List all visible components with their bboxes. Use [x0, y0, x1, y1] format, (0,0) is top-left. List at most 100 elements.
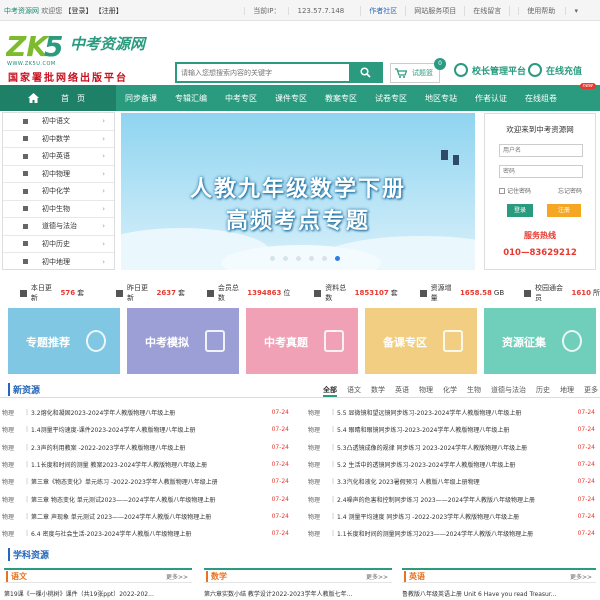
- tab-biology[interactable]: 生物: [467, 385, 481, 397]
- list-item[interactable]: 物理 | 3.2熔化和凝固2023-2024学年人教版物理八年级上册 07-24: [2, 404, 292, 421]
- list-item[interactable]: 第六章实数小结 教学设计2022-2023学年人教版七年...: [204, 589, 392, 598]
- tile-resource-collection[interactable]: 资源征集: [484, 308, 596, 374]
- tile-real-exams[interactable]: 中考真题: [246, 308, 358, 374]
- carousel-dot[interactable]: [283, 256, 288, 261]
- tab-all[interactable]: 全部: [323, 385, 337, 397]
- tab-chemistry[interactable]: 化学: [443, 385, 457, 397]
- sidebar-item-math[interactable]: 初中数学 ›: [3, 131, 114, 148]
- list-item[interactable]: 物理 | 2.3声的利用教案 -2022-2023学年人教版物理八年级上册 07-24: [2, 439, 292, 456]
- services-link[interactable]: 网站服务项目: [405, 6, 464, 16]
- item-title[interactable]: 第二章 声现象 单元测试 2023——2024学年人教版八年级物理上册: [31, 512, 255, 521]
- item-title[interactable]: 5.3凸透镜成像的规律 同步练习 2023-2024学年人教版物理八年级上册: [337, 443, 561, 452]
- more-link[interactable]: 更多>>: [570, 572, 592, 581]
- sidebar-item-geography[interactable]: 初中地理 ›: [3, 253, 114, 271]
- list-item[interactable]: 物理 | 5.4 眼睛和眼镜同步练习-2023-2024学年人教版物理八年级上册 07…: [308, 421, 598, 438]
- item-title[interactable]: 2.4噪声的危害和控制同步练习 2023——2024学年人教版八年级物理上册: [337, 495, 561, 504]
- list-item[interactable]: 物理 | 2.4噪声的危害和控制同步练习 2023——2024学年人教版八年级物理上…: [308, 490, 598, 507]
- nav-item-regional[interactable]: 地区专站: [416, 93, 466, 104]
- sidebar-item-history[interactable]: 初中历史 ›: [3, 236, 114, 253]
- sidebar-item-physics[interactable]: 初中物理 ›: [3, 166, 114, 183]
- site-link[interactable]: 中考资源网: [4, 7, 39, 15]
- author-community-link[interactable]: 作者社区: [360, 6, 405, 16]
- list-item[interactable]: 物理 | 3.3汽化和液化 2023暑假预习 人教版八年级上册物理 07-24: [308, 473, 598, 490]
- nav-item-papers[interactable]: 试卷专区: [366, 93, 416, 104]
- list-item[interactable]: 物理 | 第三章 物态变化 单元测试2023——2024学年人教版八年级物理上册 07…: [2, 490, 292, 507]
- recharge-link[interactable]: 在线充值: [528, 63, 582, 77]
- tab-history[interactable]: 历史: [536, 385, 550, 397]
- sidebar-item-chinese[interactable]: 初中语文 ›: [3, 113, 114, 131]
- forgot-password-link[interactable]: 忘记密码: [558, 186, 582, 195]
- message-link[interactable]: 在线留言: [464, 6, 509, 16]
- nav-home[interactable]: 首 页: [0, 85, 116, 111]
- list-item[interactable]: 物理 | 第三章《物态变化》单元练习 -2022-2023学年人教版物理八年级上册 0…: [2, 473, 292, 490]
- item-title[interactable]: 第三章 物态变化 单元测试2023——2024学年人教版八年级物理上册: [31, 495, 255, 504]
- item-title[interactable]: 1.4 测量平均速度 同步练习 -2022-2023学年人教版物理八年级上册: [337, 512, 561, 521]
- register-button[interactable]: 注册: [547, 204, 581, 217]
- list-item[interactable]: 物理 | 1.4 测量平均速度 同步练习 -2022-2023学年人教版物理八年级上…: [308, 508, 598, 525]
- remember-password[interactable]: 记住密码: [499, 186, 531, 195]
- nav-item-online-paper[interactable]: 在线组卷: [516, 93, 566, 104]
- password-field[interactable]: [499, 165, 583, 178]
- item-title[interactable]: 第三章《物态变化》单元练习 -2022-2023学年人教版物理八年级上册: [31, 477, 255, 486]
- banner-carousel[interactable]: 人教九年级数学下册 高频考点专题: [121, 113, 475, 270]
- list-item[interactable]: 物理 | 5.3凸透镜成像的规律 同步练习 2023-2024学年人教版物理八年级上…: [308, 439, 598, 456]
- carousel-dot-active[interactable]: [335, 256, 340, 261]
- sidebar-item-morality-law[interactable]: 道德与法治 ›: [3, 218, 114, 236]
- carousel-dot[interactable]: [309, 256, 314, 261]
- item-title[interactable]: 1.4测量平均速度-课件2023-2024学年人教版物理八年级上册: [31, 425, 255, 434]
- help-link[interactable]: 使用帮助 ▾: [509, 6, 594, 16]
- nav-item-sync-prep[interactable]: 同步备课: [116, 93, 166, 104]
- cart-button[interactable]: 试题篮 0: [390, 58, 446, 83]
- tile-featured[interactable]: 专题推荐: [8, 308, 120, 374]
- nav-item-zhongkao[interactable]: 中考专区: [216, 93, 266, 104]
- search-input[interactable]: [177, 64, 349, 81]
- item-title[interactable]: 1.1长度和时间的测量同步练习2023——2024学年人教版八年级物理上册: [337, 529, 561, 538]
- list-item[interactable]: 第19课《一棵小桃树》课件（共19张ppt）2022-202...: [4, 589, 192, 598]
- more-link[interactable]: 更多>>: [366, 572, 388, 581]
- tile-lesson-prep[interactable]: 备课专区: [365, 308, 477, 374]
- item-title[interactable]: 1.1长度和时间的测量 教案2023-2024学年人教版物理八年级上册: [31, 460, 255, 469]
- nav-item-author-cert[interactable]: 作者认证: [466, 93, 516, 104]
- list-item[interactable]: 物理 | 5.5 显微镜和望远镜同步练习-2023-2024学年人教版物理八年级上册…: [308, 404, 598, 421]
- tab-geography[interactable]: 地理: [560, 385, 574, 397]
- tab-more[interactable]: 更多: [584, 385, 598, 397]
- carousel-dot[interactable]: [270, 256, 275, 261]
- carousel-dot[interactable]: [322, 256, 327, 261]
- item-title[interactable]: 3.3汽化和液化 2023暑假预习 人教版八年级上册物理: [337, 477, 561, 486]
- item-title[interactable]: 5.5 显微镜和望远镜同步练习-2023-2024学年人教版物理八年级上册: [337, 408, 561, 417]
- item-title[interactable]: 5.2 生活中的透镜同步练习-2023-2024学年人教版物理八年级上册: [337, 460, 561, 469]
- tab-english[interactable]: 英语: [395, 385, 409, 397]
- login-link[interactable]: 【登录】: [64, 7, 92, 15]
- register-link[interactable]: 【注册】: [95, 7, 123, 15]
- list-item[interactable]: 物理 | 1.4测量平均速度-课件2023-2024学年人教版物理八年级上册 07-2…: [2, 421, 292, 438]
- sidebar-item-biology[interactable]: 初中生物 ›: [3, 201, 114, 218]
- list-item[interactable]: 物理 | 1.1长度和时间的测量 教案2023-2024学年人教版物理八年级上册 07…: [2, 456, 292, 473]
- nav-item-lesson-plans[interactable]: 教案专区: [316, 93, 366, 104]
- search-button[interactable]: [349, 64, 381, 81]
- tab-chinese[interactable]: 语文: [347, 385, 361, 397]
- tab-physics[interactable]: 物理: [419, 385, 433, 397]
- list-item[interactable]: 鲁教版八年级英语上册 Unit 6 Have you read Treasur.…: [402, 589, 596, 598]
- tab-morality-law[interactable]: 道德与法治: [491, 385, 526, 397]
- logo[interactable]: ZK 5 WWW.ZK5U.COM 中考资源网 国家署批网络出版平台: [6, 30, 166, 84]
- nav-item-albums[interactable]: 专辑汇编: [166, 93, 216, 104]
- username-field[interactable]: [499, 144, 583, 157]
- school-platform-link[interactable]: 校长管理平台: [454, 63, 526, 77]
- list-item[interactable]: 物理 | 5.2 生活中的透镜同步练习-2023-2024学年人教版物理八年级上册 0…: [308, 456, 598, 473]
- item-title[interactable]: 3.2熔化和凝固2023-2024学年人教版物理八年级上册: [31, 408, 255, 417]
- list-item[interactable]: 物理 | 第二章 声现象 单元测试 2023——2024学年人教版八年级物理上册 07…: [2, 508, 292, 525]
- tab-math[interactable]: 数学: [371, 385, 385, 397]
- item-title[interactable]: 6.4 密度与社会生活-2023-2024学年人教版八年级物理上册: [31, 529, 255, 538]
- remember-checkbox[interactable]: [499, 187, 505, 194]
- list-item[interactable]: 物理 | 6.4 密度与社会生活-2023-2024学年人教版八年级物理上册 07-2…: [2, 525, 292, 542]
- sidebar-item-chemistry[interactable]: 初中化学 ›: [3, 183, 114, 201]
- login-button[interactable]: 登录: [507, 204, 533, 217]
- item-title[interactable]: 5.4 眼睛和眼镜同步练习-2023-2024学年人教版物理八年级上册: [337, 425, 561, 434]
- sidebar-item-english[interactable]: 初中英语 ›: [3, 148, 114, 166]
- carousel-dot[interactable]: [296, 256, 301, 261]
- item-title[interactable]: 2.3声的利用教案 -2022-2023学年人教版物理八年级上册: [31, 443, 255, 452]
- nav-item-courseware[interactable]: 课件专区: [266, 93, 316, 104]
- tile-mock-exams[interactable]: 中考模拟: [127, 308, 239, 374]
- list-item[interactable]: 物理 | 1.1长度和时间的测量同步练习2023——2024学年人教版八年级物理上册…: [308, 525, 598, 542]
- more-link[interactable]: 更多>>: [166, 572, 188, 581]
